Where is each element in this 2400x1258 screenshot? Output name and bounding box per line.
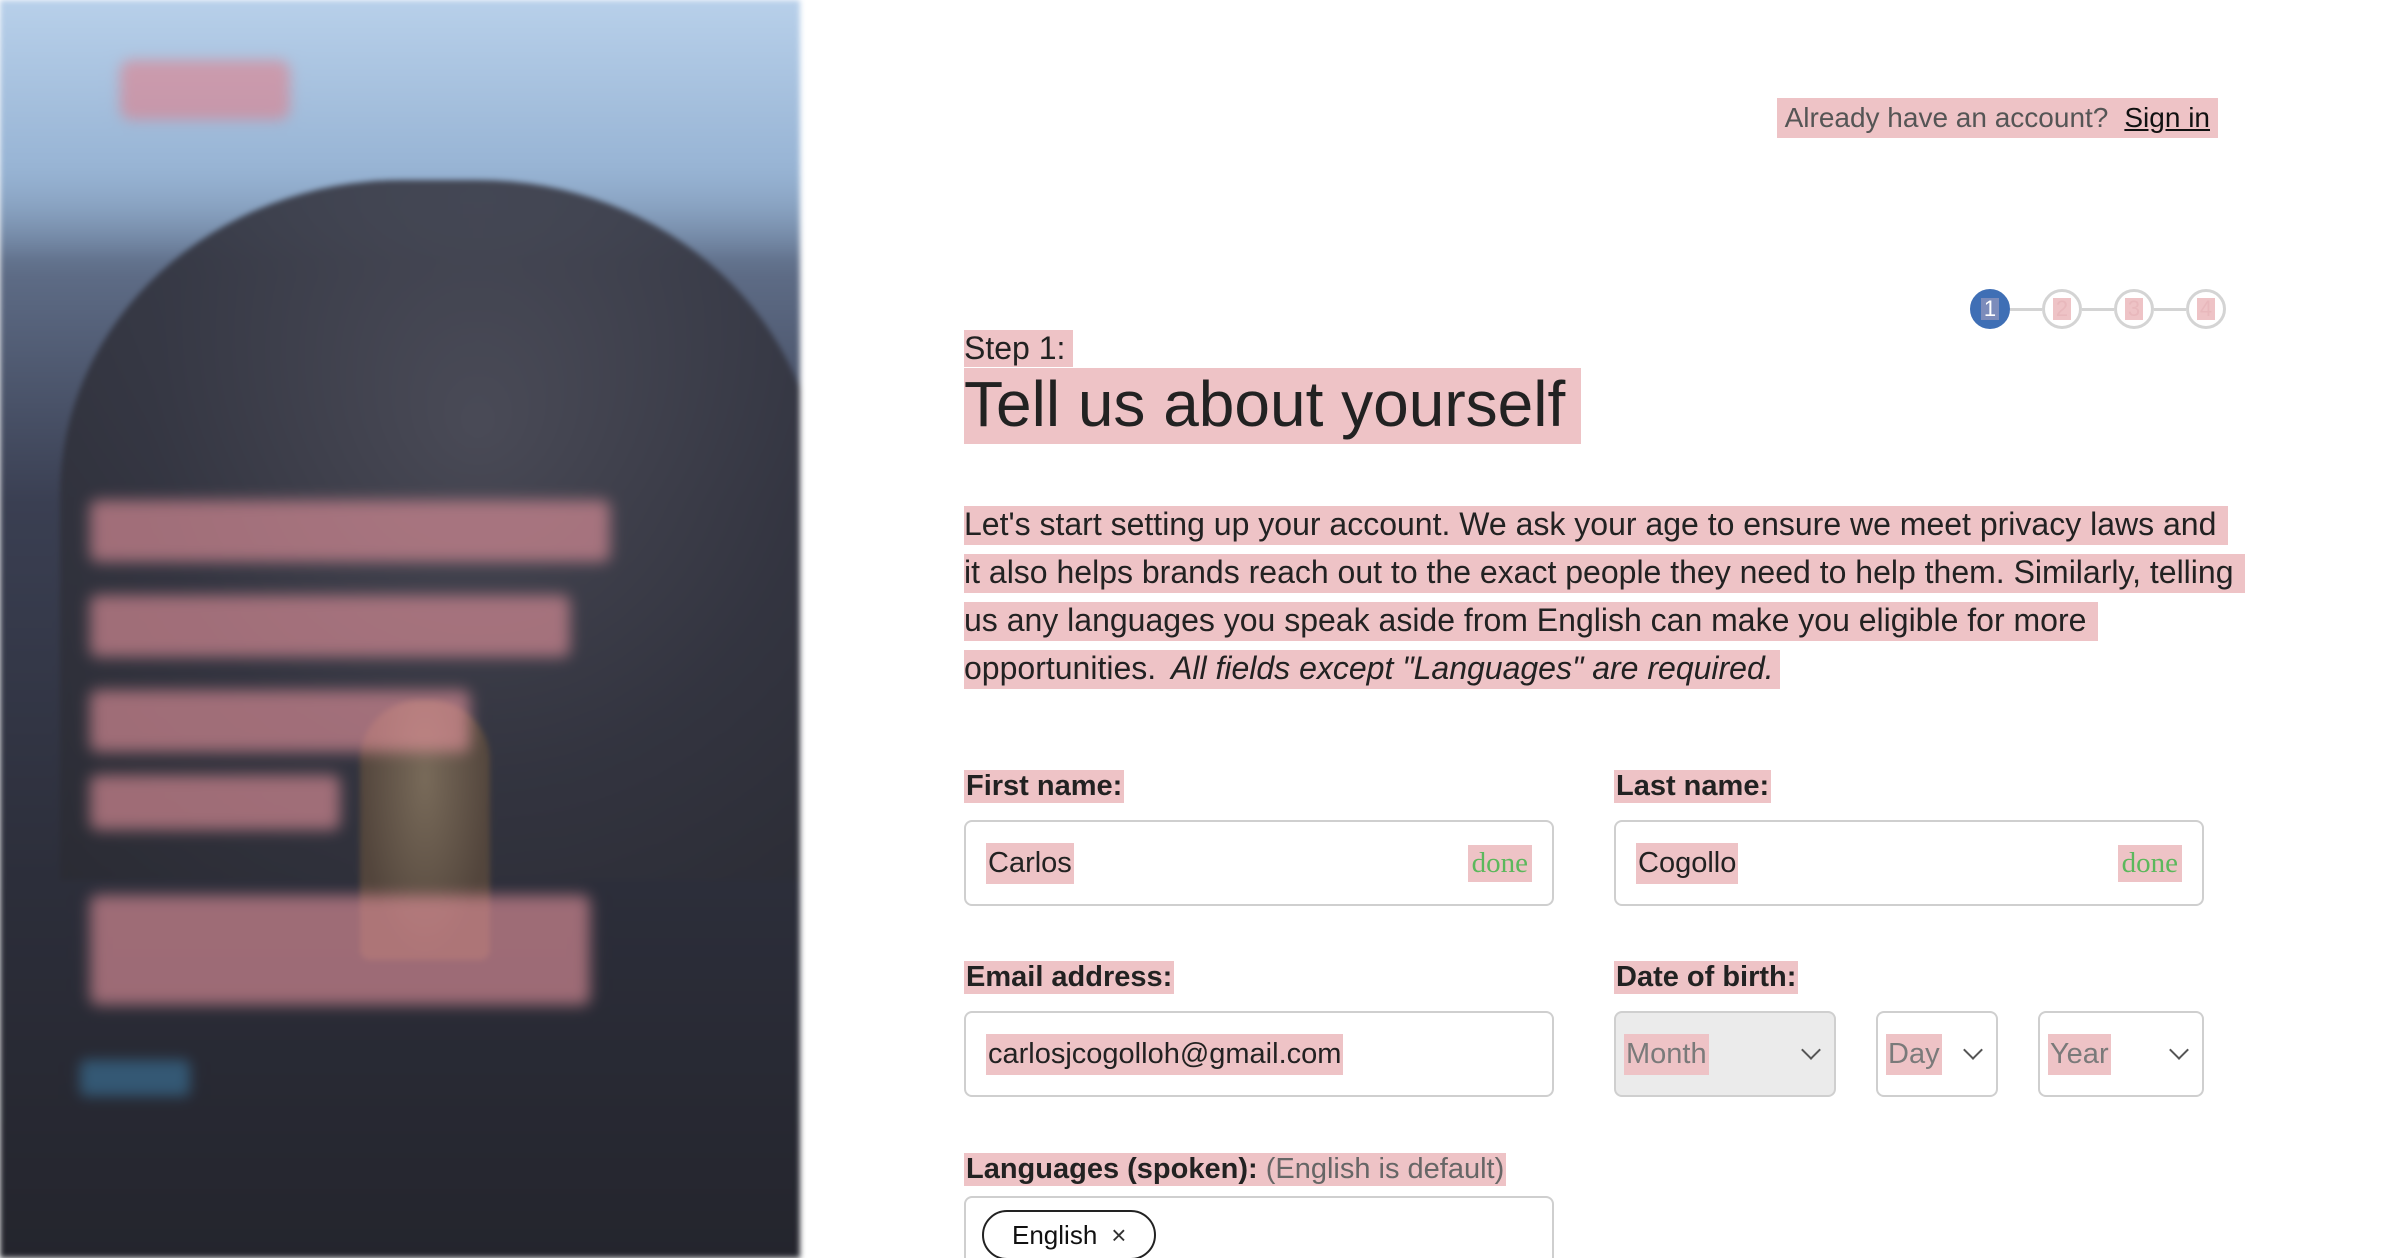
- dob-label: Date of birth:: [1614, 961, 1799, 994]
- dob-day-placeholder: Day: [1886, 1033, 1942, 1075]
- language-chip-english: English ×: [982, 1210, 1157, 1258]
- last-name-done-icon: done: [2117, 844, 2182, 882]
- dob-day-select[interactable]: Day: [1876, 1011, 1998, 1097]
- languages-input[interactable]: English ×: [964, 1196, 1554, 1258]
- hero-subtext-block: [90, 895, 590, 1005]
- hero-image-panel: [0, 0, 800, 1258]
- brand-logo: [120, 60, 290, 120]
- languages-hint: (English is default): [1265, 1153, 1505, 1185]
- step-indicator-3: 3: [2114, 289, 2154, 329]
- page-title: Tell us about yourself: [964, 368, 1582, 444]
- step-label: Step 1:: [964, 330, 1074, 367]
- chevron-down-icon: [1963, 1040, 1983, 1060]
- email-input[interactable]: carlosjcogolloh@gmail.com: [964, 1011, 1554, 1097]
- languages-label: Languages (spoken): (English is default): [964, 1153, 1507, 1186]
- hero-text-block: [90, 775, 340, 830]
- step-indicator-2: 2: [2042, 289, 2082, 329]
- step-connector: [2010, 307, 2042, 311]
- signin-prompt: Already have an account? Sign in: [1776, 98, 2218, 138]
- step-indicator-1: 1: [1970, 289, 2010, 329]
- email-label: Email address:: [964, 961, 1175, 994]
- dob-month-placeholder: Month: [1624, 1033, 1709, 1075]
- email-value: carlosjcogolloh@gmail.com: [986, 1033, 1344, 1075]
- dob-month-select[interactable]: Month: [1614, 1011, 1836, 1097]
- hero-link: [80, 1060, 190, 1096]
- step-connector: [2154, 307, 2186, 311]
- step-connector: [2082, 307, 2114, 311]
- chevron-down-icon: [1801, 1040, 1821, 1060]
- dob-year-select[interactable]: Year: [2038, 1011, 2204, 1097]
- hero-text-block: [90, 690, 470, 752]
- progress-stepper: 1 2 3 4: [1970, 289, 2226, 329]
- step-indicator-4: 4: [2186, 289, 2226, 329]
- last-name-input[interactable]: Cogollo done: [1614, 820, 2204, 906]
- last-name-value: Cogollo: [1636, 842, 1739, 884]
- last-name-label: Last name:: [1614, 770, 1772, 803]
- first-name-done-icon: done: [1467, 844, 1532, 882]
- required-note: All fields except "Languages" are requir…: [1171, 650, 1774, 686]
- first-name-input[interactable]: Carlos done: [964, 820, 1554, 906]
- remove-chip-icon[interactable]: ×: [1111, 1220, 1126, 1251]
- signin-link[interactable]: Sign in: [2124, 102, 2210, 134]
- intro-paragraph: Let's start setting up your account. We …: [964, 500, 2246, 692]
- hero-text-block: [90, 595, 570, 657]
- chevron-down-icon: [2169, 1040, 2189, 1060]
- hero-text-block: [90, 500, 610, 562]
- language-chip-label: English: [1012, 1219, 1098, 1250]
- first-name-label: First name:: [964, 770, 1125, 803]
- signin-prompt-text: Already have an account?: [1784, 102, 2109, 133]
- first-name-value: Carlos: [986, 842, 1074, 884]
- dob-year-placeholder: Year: [2048, 1033, 2111, 1075]
- languages-label-text: Languages (spoken):: [966, 1153, 1258, 1185]
